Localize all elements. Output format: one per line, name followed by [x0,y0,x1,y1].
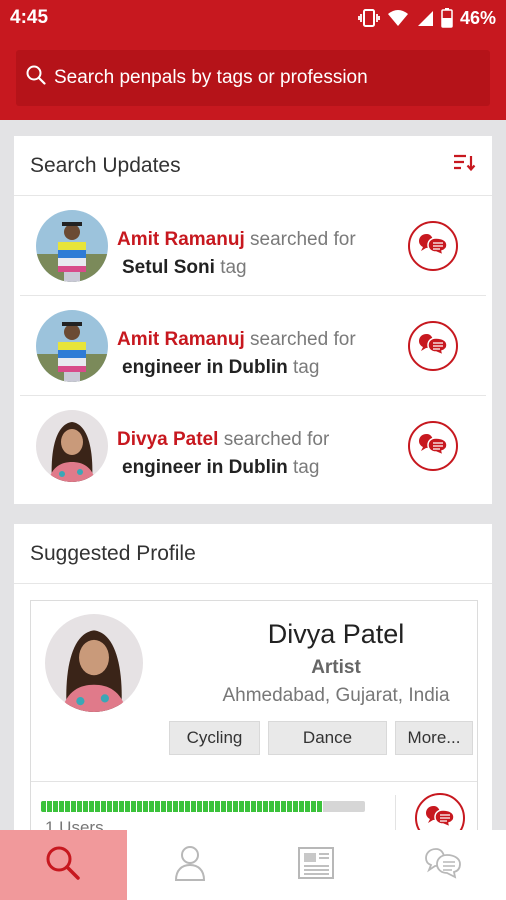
profile-avatar[interactable] [45,614,143,712]
search-updates-card: Search Updates Amit Ramanuj searched for… [14,136,492,504]
search-icon [26,65,54,91]
battery-percent: 46% [459,7,496,28]
profile-progress-fill [41,801,323,812]
searcher-name[interactable]: Divya Patel [117,429,218,450]
divider [31,781,477,782]
tag-chip[interactable]: Dance [268,721,387,755]
chat-icon [424,847,462,884]
signal-icon [416,9,434,27]
update-text: Amit Ramanuj searched for engineer in Du… [117,326,356,382]
searcher-name[interactable]: Amit Ramanuj [117,229,245,250]
chat-icon [418,232,448,261]
suggested-profile-card: Suggested Profile Divya Patel Artist Ahm… [14,524,492,843]
chat-icon [425,804,455,833]
searcher-name[interactable]: Amit Ramanuj [117,329,245,350]
nav-profile[interactable] [127,830,254,900]
chat-icon [418,332,448,361]
update-action: searched for [223,429,330,450]
avatar[interactable] [36,410,108,482]
tag-suffix: tag [220,257,247,278]
update-action: searched for [250,229,356,250]
vibrate-icon [358,9,380,27]
suggested-profile-title: Suggested Profile [30,541,196,565]
search-placeholder: Search penpals by tags or profession [54,67,368,88]
status-time: 4:45 [10,7,49,28]
profile-location: Ahmedabad, Gujarat, India [222,685,450,706]
chat-button[interactable] [408,321,458,371]
profile-role: Artist [311,657,361,678]
chat-icon [418,432,448,461]
wifi-icon [387,9,409,27]
user-icon [173,844,207,887]
status-icons: 46% [358,8,496,29]
update-row[interactable]: Amit Ramanuj searched for Setul Soni tag [20,196,486,296]
update-text: Amit Ramanuj searched for Setul Soni tag [117,226,356,282]
searched-tag: Setul Soni [122,257,215,278]
avatar[interactable] [36,310,108,382]
suggested-profile-header: Suggested Profile [14,524,492,584]
search-icon [44,844,82,887]
sort-icon[interactable] [452,153,476,179]
tag-suffix: tag [293,357,320,378]
update-row[interactable]: Divya Patel searched for engineer in Dub… [20,396,486,496]
newspaper-icon [297,846,335,885]
battery-icon [441,8,453,28]
searched-tag: engineer in Dublin [122,357,288,378]
bottom-nav [0,830,506,900]
nav-news[interactable] [253,830,380,900]
nav-chat[interactable] [380,830,506,900]
search-updates-title: Search Updates [30,153,181,177]
app-header: Search penpals by tags or profession [0,36,506,120]
search-updates-header: Search Updates [14,136,492,196]
profile-name[interactable]: Divya Patel [201,619,471,650]
nav-search[interactable] [0,830,127,900]
more-tags-button[interactable]: More... [395,721,473,755]
searched-tag: engineer in Dublin [122,457,288,478]
status-bar: 4:45 46% [0,0,506,36]
chat-button[interactable] [408,421,458,471]
tag-chip[interactable]: Cycling [169,721,260,755]
avatar[interactable] [36,210,108,282]
search-input[interactable]: Search penpals by tags or profession [16,50,490,106]
profile-progress-bar [41,801,365,812]
update-row[interactable]: Amit Ramanuj searched for engineer in Du… [20,296,486,396]
profile-card[interactable]: Divya Patel Artist Ahmedabad, Gujarat, I… [30,600,478,843]
update-action: searched for [250,329,356,350]
profile-tags: Cycling Dance More... [169,721,473,755]
update-text: Divya Patel searched for engineer in Dub… [117,426,329,482]
chat-button[interactable] [408,221,458,271]
tag-suffix: tag [293,457,320,478]
